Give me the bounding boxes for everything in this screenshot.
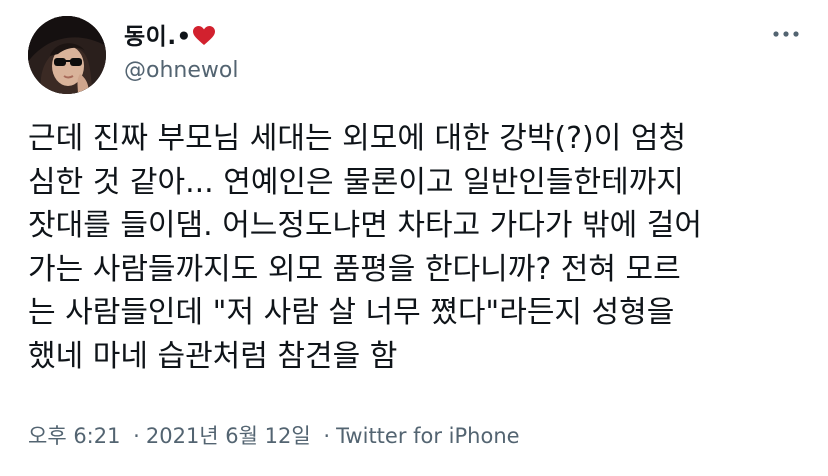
author-handle[interactable]: @ohnewol bbox=[124, 56, 238, 86]
avatar[interactable] bbox=[28, 16, 106, 94]
tweet-line: 근데 진짜 부모님 세대는 외모에 대한 강박(?)이 엄청 bbox=[28, 121, 687, 156]
tweet-time[interactable]: 오후 6:21 bbox=[28, 424, 120, 448]
tweet-text: 근데 진짜 부모님 세대는 외모에 대한 강박(?)이 엄청 심한 것 같아..… bbox=[28, 117, 818, 378]
tweet-line: 는 사람들인데 "저 사람 살 너무 쪘다"라든지 성형을 bbox=[28, 295, 675, 330]
profile-photo-icon bbox=[28, 16, 106, 94]
display-name-text: 동이.• bbox=[124, 24, 192, 50]
tweet-meta: 오후 6:21 · 2021년 6월 12일 · Twitter for iPhon… bbox=[28, 421, 520, 451]
tweet-line: 심한 것 같아... 연예인은 물론이고 일반인들한테까지 bbox=[28, 164, 684, 200]
tweet-date[interactable]: 2021년 6월 12일 bbox=[146, 424, 311, 448]
tweet-source[interactable]: Twitter for iPhone bbox=[336, 424, 520, 448]
meta-separator: · bbox=[133, 424, 140, 448]
tweet-line: 잣대를 들이댐. 어느정도냐면 차타고 가다가 밖에 걸어 bbox=[28, 208, 702, 243]
more-dots-icon[interactable] bbox=[770, 24, 802, 44]
heart-icon bbox=[192, 24, 215, 54]
author-display-name[interactable]: 동이.• bbox=[124, 22, 215, 54]
tweet-line: 가는 사람들까지도 외모 품평을 한다니까? 전혀 모르 bbox=[28, 251, 681, 287]
tweet-line: 했네 마네 습관처럼 참견을 함 bbox=[28, 338, 398, 374]
meta-separator: · bbox=[323, 424, 331, 448]
